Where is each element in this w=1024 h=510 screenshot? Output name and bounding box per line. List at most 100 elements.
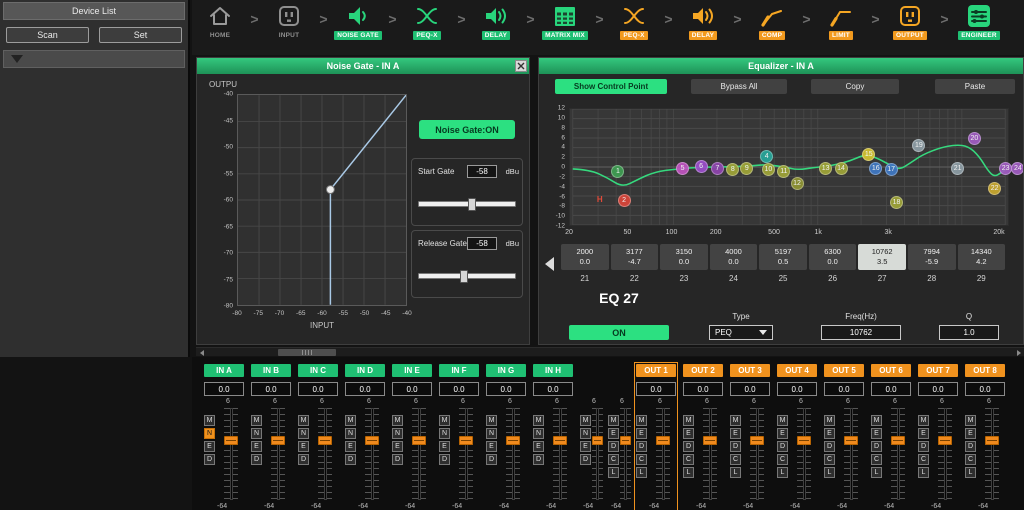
paste-button[interactable]: Paste [935,79,1015,94]
channel-button-c[interactable]: C [683,454,694,465]
channel-label[interactable]: OUT 3 [730,364,770,377]
channel-button-m[interactable]: M [580,415,591,426]
channel-button-e[interactable]: E [392,441,403,452]
channel-gain-value[interactable]: 0.0 [204,382,244,396]
channel-button-n[interactable]: N [580,428,591,439]
fader-handle[interactable] [656,436,670,445]
toolbar-item-output[interactable]: OUTPUT [882,2,938,40]
volume-fader[interactable] [797,408,811,500]
channel-gain-value[interactable]: 0.0 [533,382,573,396]
start-gate-value[interactable]: -58 [467,165,497,178]
eq-hp-marker[interactable]: H [597,195,603,204]
fader-handle[interactable] [844,436,858,445]
channel-button-l[interactable]: L [608,467,619,478]
channel-button-e[interactable]: E [777,428,788,439]
channel-gain-value[interactable]: 0.0 [965,382,1005,396]
channel-button-l[interactable]: L [683,467,694,478]
fader-handle[interactable] [620,436,631,445]
channel-button-e[interactable]: E [918,428,929,439]
show-control-point-button[interactable]: Show Control Point [555,79,667,94]
channel-button-c[interactable]: C [918,454,929,465]
eq-point-20[interactable]: 20 [968,132,981,145]
scroll-right-icon[interactable] [1014,349,1023,356]
channel-label[interactable]: IN F [439,364,479,377]
eq-point-13[interactable]: 13 [819,162,832,175]
channel-button-e[interactable]: E [871,428,882,439]
channel-button-n[interactable]: N [251,428,262,439]
equalizer-title-bar[interactable]: Equalizer - IN A [539,58,1023,74]
eq-point-22[interactable]: 22 [988,182,1001,195]
close-icon[interactable] [515,60,527,72]
channel-button-e[interactable]: E [824,428,835,439]
eq-point-4[interactable]: 4 [760,150,773,163]
channel-button-d[interactable]: D [345,454,356,465]
start-gate-slider[interactable] [418,201,516,207]
channel-label[interactable]: IN B [251,364,291,377]
device-tree-toggle[interactable] [3,50,185,68]
channel-gain-value[interactable]: 0.0 [918,382,958,396]
channel-button-d[interactable]: D [204,454,215,465]
fader-handle[interactable] [459,436,473,445]
toolbar-item-delay[interactable]: DELAY [675,2,731,40]
channel-button-l[interactable]: L [871,467,882,478]
volume-fader[interactable] [224,408,238,500]
channel-button-m[interactable]: M [965,415,976,426]
channel-button-d[interactable]: D [636,441,647,452]
set-button[interactable]: Set [99,27,182,43]
channel-button-d[interactable]: D [392,454,403,465]
channel-button-m[interactable]: M [204,415,215,426]
toolbar-item-comp[interactable]: COMP [744,2,800,40]
channel-button-n[interactable]: N [345,428,356,439]
toolbar-item-delay[interactable]: DELAY [468,2,524,40]
fader-handle[interactable] [703,436,717,445]
channel-button-e[interactable]: E [580,441,591,452]
fader-handle[interactable] [224,436,238,445]
channel-button-l[interactable]: L [918,467,929,478]
toolbar-item-peq-x[interactable]: PEQ-X [399,2,455,40]
noise-gate-title-bar[interactable]: Noise Gate - IN A [197,58,529,74]
channel-label[interactable]: IN A [204,364,244,377]
channel-button-e[interactable]: E [683,428,694,439]
channel-button-c[interactable]: C [608,454,619,465]
channel-button-n[interactable]: N [392,428,403,439]
channel-button-m[interactable]: M [824,415,835,426]
copy-button[interactable]: Copy [811,79,899,94]
volume-fader[interactable] [985,408,999,500]
toolbar-item-matrix-mix[interactable]: MATRIX MIX [537,2,593,40]
scan-button[interactable]: Scan [6,27,89,43]
slider-handle[interactable] [460,270,468,283]
channel-button-m[interactable]: M [683,415,694,426]
eq-point-2[interactable]: 2 [618,194,631,207]
channel-button-d[interactable]: D [824,441,835,452]
channel-label[interactable]: OUT 6 [871,364,911,377]
channel-label[interactable]: IN E [392,364,432,377]
channel-button-e[interactable]: E [204,441,215,452]
channel-gain-value[interactable]: 0.0 [439,382,479,396]
channel-button-e[interactable]: E [251,441,262,452]
eq-point-23[interactable]: 23 [999,162,1012,175]
channel-button-m[interactable]: M [608,415,619,426]
volume-fader[interactable] [656,408,670,500]
eq-point-24[interactable]: 24 [1011,162,1024,175]
toolbar-item-peq-x[interactable]: PEQ-X [606,2,662,40]
channel-button-d[interactable]: D [439,454,450,465]
bands-scroll-left-icon[interactable] [545,246,557,282]
slider-handle[interactable] [468,198,476,211]
channel-button-e[interactable]: E [439,441,450,452]
noise-gate-toggle-button[interactable]: Noise Gate:ON [419,120,515,139]
channel-button-c[interactable]: C [636,454,647,465]
volume-fader[interactable] [592,408,603,500]
bypass-all-button[interactable]: Bypass All [691,79,787,94]
channel-gain-value[interactable]: 0.0 [298,382,338,396]
channel-gain-value[interactable]: 0.0 [636,382,676,396]
channel-button-c[interactable]: C [730,454,741,465]
scrollbar-handle[interactable] [278,349,336,356]
volume-fader[interactable] [553,408,567,500]
channel-gain-value[interactable]: 0.0 [730,382,770,396]
channel-button-n[interactable]: N [298,428,309,439]
fader-handle[interactable] [797,436,811,445]
volume-fader[interactable] [844,408,858,500]
channel-button-l[interactable]: L [965,467,976,478]
toolbar-item-noise-gate[interactable]: NOISE GATE [330,2,386,40]
channel-button-l[interactable]: L [730,467,741,478]
